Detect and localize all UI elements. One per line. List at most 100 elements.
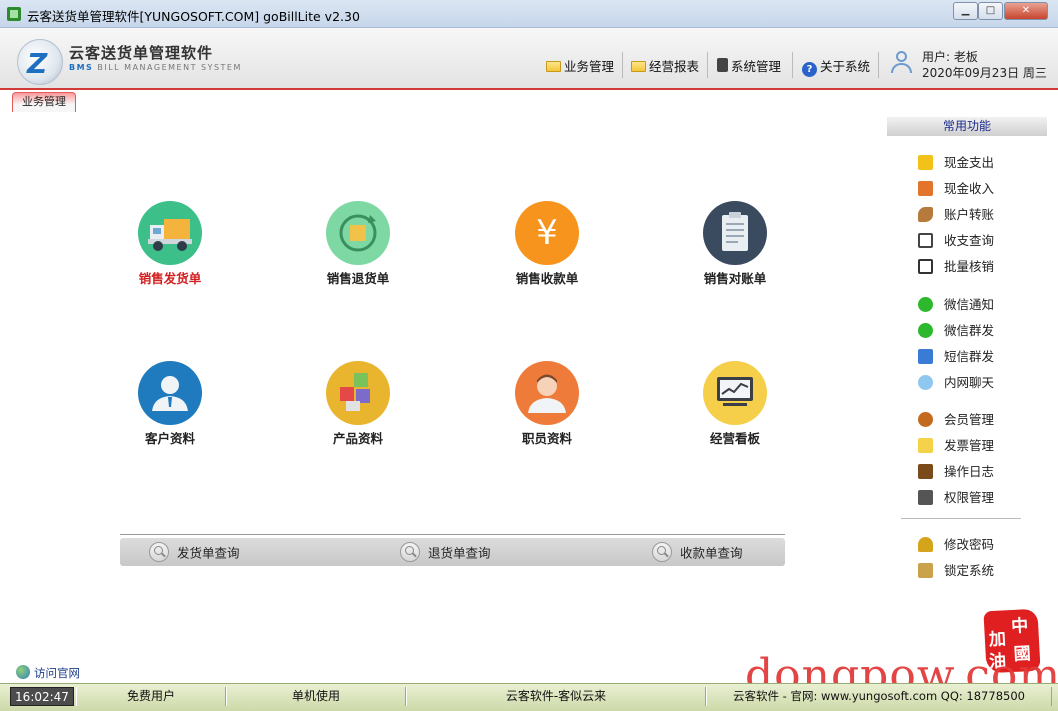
status-bar: 16:02:47 免费用户 单机使用 云客软件-客似云来 云客软件 - 官网: … (0, 683, 1058, 711)
rp-label: 发票管理 (944, 438, 995, 453)
common-functions-title: 常用功能 (887, 117, 1047, 136)
maximize-button[interactable]: □ (978, 2, 1003, 20)
current-date: 2020年09月23日 周三 (922, 66, 1047, 80)
rp-label: 会员管理 (944, 412, 995, 427)
tab-business[interactable]: 业务管理 (12, 92, 76, 112)
status-website: 云客软件 - 官网: www.yungosoft.com QQ: 1877850… (706, 687, 1052, 706)
rp-transfer[interactable]: 账户转账 (918, 204, 994, 222)
tile-label: 客户资料 (144, 431, 195, 446)
tile-sales-delivery[interactable]: 销售发货单 (105, 201, 235, 301)
logo-subtitle: BMS BILL MANAGEMENT SYSTEM (69, 63, 242, 72)
menu-separator (707, 52, 708, 78)
globe-icon (16, 665, 30, 679)
query-label: 退货单查询 (428, 545, 491, 561)
menu-reports[interactable]: 经营报表 (631, 56, 699, 76)
transfer-icon (918, 207, 933, 222)
status-mode: 单机使用 (226, 687, 406, 706)
tile-label: 销售发货单 (138, 271, 202, 286)
user-icon (890, 50, 914, 74)
user-name: 用户: 老板 (922, 50, 978, 64)
minimize-button[interactable]: ▁ (953, 2, 978, 20)
rp-label: 微信通知 (944, 297, 995, 312)
tile-label: 销售退货单 (326, 271, 390, 286)
window-title-bar: 云客送货单管理软件[YUNGOSOFT.COM] goBillLite v2.3… (0, 0, 1058, 28)
permission-icon (918, 490, 933, 505)
menu-system[interactable]: 系统管理 (717, 56, 781, 76)
menu-separator (878, 52, 879, 78)
rp-label: 批量核销 (944, 259, 995, 274)
rp-label: 短信群发 (944, 349, 995, 364)
invoice-icon (918, 438, 933, 453)
tile-sales-return[interactable]: 销售退货单 (293, 201, 423, 301)
menu-about-label: 关于系统 (820, 59, 871, 74)
key-icon (918, 537, 933, 552)
query-label: 发货单查询 (177, 545, 240, 561)
rp-member[interactable]: 会员管理 (918, 409, 994, 427)
visit-website-link[interactable]: 访问官网 (16, 665, 80, 681)
rp-label: 权限管理 (944, 490, 995, 505)
rp-sms[interactable]: 短信群发 (918, 346, 994, 364)
status-time: 16:02:47 (10, 687, 74, 706)
tile-staff[interactable]: 职员资料 (482, 361, 612, 461)
rp-query[interactable]: 收支查询 (918, 230, 994, 248)
tile-label: 产品资料 (332, 431, 383, 446)
rp-wechat-group[interactable]: 微信群发 (918, 320, 994, 338)
status-license: 免费用户 (76, 687, 226, 706)
rp-batch[interactable]: 批量核销 (918, 256, 994, 274)
query-icon (918, 233, 933, 248)
rp-cash-in[interactable]: 现金收入 (918, 178, 994, 196)
menu-system-label: 系统管理 (731, 59, 782, 74)
tile-sales-receipt[interactable]: ¥ 销售收款单 (482, 201, 612, 301)
query-delivery-button[interactable]: 发货单查询 (149, 542, 240, 562)
tile-dashboard[interactable]: 经营看板 (670, 361, 800, 461)
customer-icon (138, 361, 202, 425)
divider (120, 534, 785, 535)
rp-label: 内网聊天 (944, 375, 995, 390)
tile-sales-statement[interactable]: 销售对账单 (670, 201, 800, 301)
rp-label: 现金收入 (944, 181, 995, 196)
status-slogan: 云客软件-客似云来 (406, 687, 706, 706)
menu-reports-label: 经营报表 (649, 59, 700, 74)
window-title: 云客送货单管理软件[YUNGOSOFT.COM] goBillLite v2.3… (27, 9, 360, 24)
tile-label: 销售收款单 (515, 271, 579, 286)
query-label: 收款单查询 (680, 545, 743, 561)
folder-icon (546, 61, 561, 72)
logo-title: 云客送货单管理软件 (69, 44, 214, 62)
rp-label: 微信群发 (944, 323, 995, 338)
close-button[interactable]: ✕ (1004, 2, 1048, 20)
visit-website-label: 访问官网 (34, 666, 80, 680)
menu-separator (622, 52, 623, 78)
rp-label: 收支查询 (944, 233, 995, 248)
rp-chat[interactable]: 内网聊天 (918, 372, 994, 390)
rp-wechat-notify[interactable]: 微信通知 (918, 294, 994, 312)
logo-subtitle-bms: BMS (69, 63, 94, 72)
app-header: Z 云客送货单管理软件 BMS BILL MANAGEMENT SYSTEM 业… (0, 28, 1058, 90)
rp-label: 现金支出 (944, 155, 995, 170)
menu-about[interactable]: ? 关于系统 (802, 56, 871, 77)
query-bar: 发货单查询 退货单查询 收款单查询 (120, 538, 785, 566)
rp-label: 账户转账 (944, 207, 995, 222)
rp-change-password[interactable]: 修改密码 (918, 534, 994, 552)
rp-invoice[interactable]: 发票管理 (918, 435, 994, 453)
dashboard-icon (703, 361, 767, 425)
cash-in-icon (918, 181, 933, 196)
query-return-button[interactable]: 退货单查询 (400, 542, 491, 562)
return-icon (326, 201, 390, 265)
truck-icon (138, 201, 202, 265)
menu-business-label: 业务管理 (564, 59, 615, 74)
rp-permission[interactable]: 权限管理 (918, 487, 994, 505)
query-receipt-button[interactable]: 收款单查询 (652, 542, 743, 562)
rp-lock-system[interactable]: 锁定系统 (918, 560, 994, 578)
tile-label: 职员资料 (521, 431, 572, 446)
tile-products[interactable]: 产品资料 (293, 361, 423, 461)
clipboard-icon (703, 201, 767, 265)
help-icon: ? (802, 62, 817, 77)
rp-label: 操作日志 (944, 464, 995, 479)
lock-icon (918, 563, 933, 578)
tile-customers[interactable]: 客户资料 (105, 361, 235, 461)
member-icon (918, 412, 933, 427)
rp-cash-out[interactable]: 现金支出 (918, 152, 994, 170)
yen-icon: ¥ (515, 201, 579, 265)
menu-business[interactable]: 业务管理 (546, 56, 614, 76)
rp-log[interactable]: 操作日志 (918, 461, 994, 479)
